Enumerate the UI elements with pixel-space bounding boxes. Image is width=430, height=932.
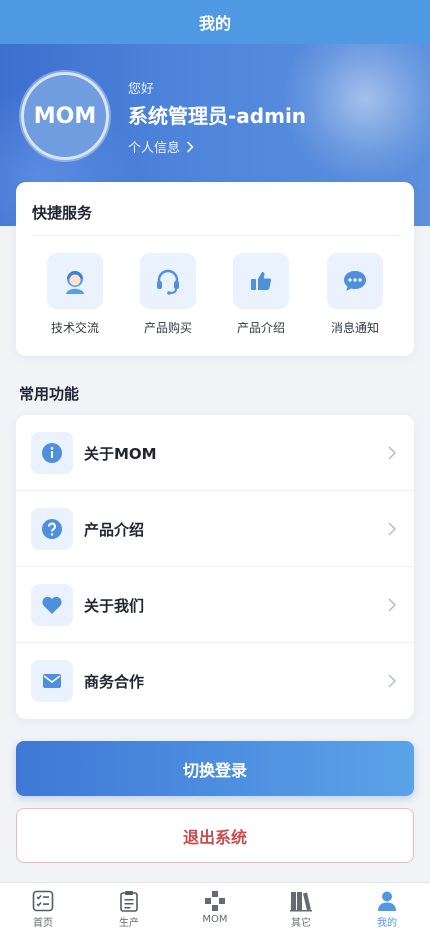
- tab-label: 其它: [291, 918, 311, 929]
- tab-home[interactable]: 首页: [0, 883, 86, 932]
- chevron-right-icon: [388, 522, 396, 536]
- page-title: 我的: [198, 14, 231, 33]
- chevron-right-icon: [388, 598, 396, 612]
- person-icon: [378, 891, 396, 911]
- chat-bubble-icon: [327, 253, 383, 309]
- checklist-icon: [32, 890, 54, 912]
- quick-item-notifications[interactable]: 消息通知: [325, 253, 385, 336]
- tab-label: 首页: [33, 918, 53, 929]
- tab-production[interactable]: 生产: [86, 883, 172, 932]
- quick-item-label: 消息通知: [330, 321, 379, 335]
- avatar-logo-text: MOM: [33, 103, 97, 129]
- heart-icon: [31, 584, 73, 626]
- list-item-label: 商务合作: [84, 672, 145, 691]
- quick-item-label: 产品介绍: [236, 321, 285, 335]
- clipboard-icon: [120, 891, 138, 912]
- quick-services-card: 快捷服务 技术交流 产品购买 产品介绍 消息通知: [16, 182, 414, 356]
- tab-mom[interactable]: MOM: [172, 883, 258, 932]
- tab-mine[interactable]: 我的: [344, 883, 430, 932]
- quick-item-label: 技术交流: [50, 321, 99, 335]
- thumbs-up-icon: [233, 253, 289, 309]
- bottom-tab-bar: 首页 生产 MOM 其它 我的: [0, 882, 430, 932]
- gamepad-icon: [205, 891, 225, 911]
- mail-icon: [31, 660, 73, 702]
- tab-other[interactable]: 其它: [258, 883, 344, 932]
- avatar[interactable]: MOM: [21, 72, 109, 160]
- chevron-right-icon: [388, 446, 396, 460]
- quick-item-product-intro[interactable]: 产品介绍: [231, 253, 291, 336]
- page-header: 我的: [0, 0, 430, 44]
- list-item-about-us[interactable]: 关于我们: [16, 567, 414, 643]
- chevron-right-icon: [186, 140, 194, 153]
- tab-label: MOM: [202, 914, 228, 925]
- greeting-text: 您好: [128, 82, 155, 97]
- list-item-about-mom[interactable]: 关于MOM: [16, 415, 414, 491]
- help-icon: [31, 508, 73, 550]
- quick-item-label: 产品购买: [143, 321, 192, 335]
- list-item-label: 关于我们: [84, 596, 145, 615]
- divider: [32, 235, 398, 236]
- common-functions-list: 关于MOM 产品介绍 关于我们 商务合作: [16, 415, 414, 719]
- headset-icon: [140, 253, 196, 309]
- list-item-label: 关于MOM: [84, 444, 157, 463]
- chevron-right-icon: [388, 674, 396, 688]
- support-agent-icon: [47, 253, 103, 309]
- tab-label: 我的: [377, 918, 397, 929]
- info-icon: [31, 432, 73, 474]
- personal-info-link[interactable]: 个人信息: [128, 137, 194, 156]
- username: 系统管理员-admin: [128, 104, 307, 128]
- books-icon: [290, 892, 312, 912]
- quick-item-purchase[interactable]: 产品购买: [138, 253, 198, 336]
- list-item-label: 产品介绍: [84, 520, 145, 539]
- quick-services-title: 快捷服务: [32, 204, 93, 222]
- personal-info-label: 个人信息: [128, 141, 181, 156]
- quick-item-tech-exchange[interactable]: 技术交流: [45, 253, 105, 336]
- tab-label: 生产: [119, 918, 139, 929]
- list-item-business[interactable]: 商务合作: [16, 643, 414, 719]
- common-functions-title: 常用功能: [19, 385, 80, 403]
- switch-login-button[interactable]: 切换登录: [16, 741, 414, 796]
- logout-button[interactable]: 退出系统: [16, 808, 414, 863]
- list-item-product-intro[interactable]: 产品介绍: [16, 491, 414, 567]
